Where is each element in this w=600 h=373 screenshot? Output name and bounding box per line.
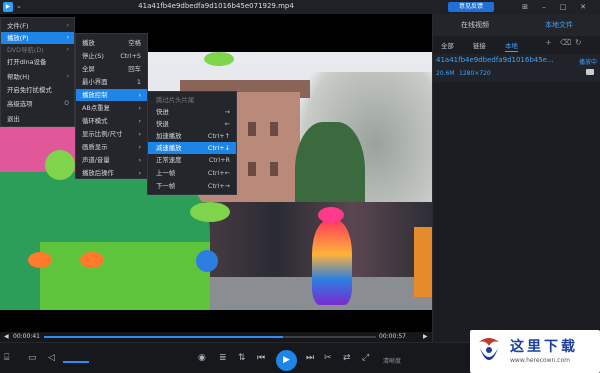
play-submenu: 播放 空格 停止(S) Ctrl+S 全屏 回车 最小界面 1 播放控制 › AB点重复 ›…	[75, 33, 148, 179]
volume-icon[interactable]: ◁	[48, 353, 55, 363]
menu-item-after-play[interactable]: 播放后操作 ›	[76, 167, 147, 179]
close-icon[interactable]: ✕	[577, 1, 589, 13]
file-resolution: 1280×720	[459, 70, 491, 77]
seek-bar-fill	[44, 336, 284, 338]
sidebar-tabs: 在线视频 本地文件	[433, 14, 600, 36]
refresh-icon[interactable]: ↻	[575, 38, 582, 47]
scissors-icon[interactable]: ✂	[324, 353, 332, 363]
eye-icon[interactable]: ◉	[198, 353, 206, 363]
subtab-link[interactable]: 链接	[473, 40, 486, 52]
fullscreen-icon[interactable]: ⤢	[362, 353, 369, 363]
play-control-submenu: 跳过片头片尾 快进 → 快退 ← 加速播放 Ctrl+↑ 减速播放 Ctrl+↓ 正常速…	[147, 91, 237, 195]
menu-item-rewind[interactable]: 快退 ←	[148, 118, 236, 130]
folder-icon[interactable]	[586, 69, 594, 75]
file-size: 20.6M	[436, 70, 455, 77]
file-name: 41a41fb4e9dbedfa9d1016b45e...	[436, 56, 554, 64]
menu-item-skip-intro[interactable]: 跳过片头片尾	[148, 94, 236, 106]
menu-item-file[interactable]: 文件(F) ›	[1, 20, 74, 32]
watermark-url: www.herecown.com	[510, 357, 570, 364]
playing-status: 播放中	[578, 59, 597, 66]
current-time: 00:00:41	[13, 333, 40, 340]
list-item[interactable]: 41a41fb4e9dbedfa9d1016b45e... 播放中 20.6M …	[433, 54, 600, 82]
list-icon[interactable]: ≣	[219, 353, 227, 363]
menu-item-ab-repeat[interactable]: AB点重复 ›	[76, 102, 147, 114]
tab-online-video[interactable]: 在线视频	[433, 14, 517, 36]
title-bar: ▶ ⌄ 41a41fb4e9dbedfa9d1016b45e071929.mp4…	[0, 0, 600, 14]
maximize-icon[interactable]: □	[557, 1, 569, 13]
feedback-button[interactable]: 意见反馈	[448, 2, 494, 12]
menu-item-next-frame[interactable]: 下一帧 Ctrl+→	[148, 180, 236, 192]
main-menu: 文件(F) › 播放(P) › DVD导航(D) › 打开dlna设备 帮助(H) › …	[0, 17, 75, 127]
quality-button[interactable]: 清晰度	[383, 356, 401, 365]
total-time: 00:00:57	[379, 333, 406, 340]
menu-item-prev-frame[interactable]: 上一帧 Ctrl+←	[148, 167, 236, 179]
window-title: 41a41fb4e9dbedfa9d1016b45e071929.mp4	[138, 2, 294, 10]
subtab-all[interactable]: 全部	[441, 40, 454, 52]
play-small-icon[interactable]: ◀	[4, 333, 9, 340]
menu-item-speed-up[interactable]: 加速播放 Ctrl+↑	[148, 130, 236, 142]
play-button[interactable]: ▶	[276, 350, 297, 371]
subtab-local[interactable]: 本地	[505, 40, 518, 52]
next-small-icon[interactable]: ▶	[423, 333, 428, 340]
menu-item-dlna[interactable]: 打开dlna设备	[1, 56, 74, 68]
menu-item-play-control[interactable]: 播放控制 ›	[76, 89, 147, 101]
menu-item-loop[interactable]: 循环模式 ›	[76, 115, 147, 127]
settings-sliders-icon[interactable]: ⇅	[238, 353, 246, 363]
seek-bar[interactable]	[44, 336, 376, 338]
menu-item-slow-down[interactable]: 减速播放 Ctrl+↓	[148, 142, 236, 154]
pin-icon[interactable]: ⊞	[519, 1, 531, 13]
add-icon[interactable]: +	[545, 38, 552, 47]
watermark: 这里下载 www.herecown.com	[470, 330, 600, 373]
watermark-logo	[479, 338, 499, 360]
menu-item-help[interactable]: 帮助(H) ›	[1, 71, 74, 83]
tab-local-files[interactable]: 本地文件	[517, 14, 600, 36]
folder-open-icon[interactable]: ▭	[28, 353, 37, 363]
screenshot-icon[interactable]: ⌸	[4, 353, 9, 363]
menu-item-mini[interactable]: 最小界面 1	[76, 76, 147, 88]
menu-item-play-pause[interactable]: 播放 空格	[76, 37, 147, 49]
menu-item-stop[interactable]: 停止(S) Ctrl+S	[76, 50, 147, 62]
previous-icon[interactable]: ⏮	[257, 353, 265, 363]
minimize-icon[interactable]: –	[538, 1, 550, 13]
menu-item-exit[interactable]: 退出	[1, 113, 74, 125]
menu-item-dvd[interactable]: DVD导航(D) ›	[1, 44, 74, 56]
menu-item-quality[interactable]: 画质显示 ›	[76, 141, 147, 153]
trash-icon[interactable]: ⌫	[560, 38, 571, 47]
menu-item-audio[interactable]: 声道/音量 ›	[76, 154, 147, 166]
menu-item-dnd[interactable]: 开启免打扰模式	[1, 84, 74, 96]
menu-item-aspect[interactable]: 显示比例/尺寸 ›	[76, 128, 147, 140]
volume-slider[interactable]	[63, 361, 89, 363]
menu-item-normal-speed[interactable]: 正常速度 Ctrl+R	[148, 154, 236, 166]
menu-item-fullscreen[interactable]: 全屏 回车	[76, 63, 147, 75]
menu-item-advanced[interactable]: 高级选项 O	[1, 98, 74, 110]
menu-item-forward[interactable]: 快进 →	[148, 106, 236, 118]
next-icon[interactable]: ⏭	[306, 353, 314, 363]
playlist-sidebar: 在线视频 本地文件 全部 链接 本地 + ⌫ ↻ 41a41fb4e9dbedf…	[432, 14, 600, 342]
shuffle-icon[interactable]: ⇄	[343, 353, 351, 363]
player-window: ▶ ⌄ 41a41fb4e9dbedfa9d1016b45e071929.mp4…	[0, 0, 600, 373]
watermark-text: 这里下载	[510, 339, 578, 355]
menu-item-play[interactable]: 播放(P) ›	[1, 32, 74, 44]
progress-row: ◀ 00:00:41 00:00:57 ▶	[0, 332, 432, 342]
